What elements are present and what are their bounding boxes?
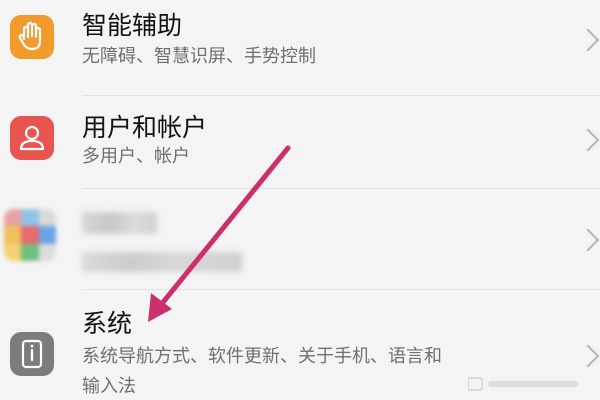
user-icon (10, 116, 54, 160)
blurred-subtitle (82, 252, 242, 272)
hand-icon (10, 15, 54, 59)
blurred-title (82, 212, 157, 234)
settings-item-users-accounts[interactable]: 用户和帐户 多用户、帐户 (0, 96, 600, 188)
settings-item-smart-assist[interactable]: 智能辅助 无障碍、智慧识屏、手势控制 (0, 0, 600, 95)
blurred-app-icon (4, 209, 56, 261)
chevron-right-icon (576, 28, 600, 52)
system-title: 系统 (82, 309, 133, 338)
watermark (467, 375, 588, 397)
smart-assist-title: 智能辅助 (82, 11, 183, 40)
settings-screen: 智能辅助 无障碍、智慧识屏、手势控制 用户和帐户 多用户、帐户 系统 系统导航方… (0, 0, 600, 400)
system-subtitle-line1: 系统导航方式、软件更新、关于手机、语言和 (82, 346, 442, 367)
users-accounts-title: 用户和帐户 (82, 113, 208, 142)
chevron-right-icon (576, 128, 600, 152)
phone-info-icon (10, 332, 54, 376)
settings-item-blurred[interactable] (0, 189, 600, 289)
system-subtitle-line2: 输入法 (82, 376, 136, 397)
users-accounts-subtitle: 多用户、帐户 (82, 146, 190, 167)
smart-assist-subtitle: 无障碍、智慧识屏、手势控制 (82, 46, 316, 67)
chevron-right-icon (576, 344, 600, 368)
